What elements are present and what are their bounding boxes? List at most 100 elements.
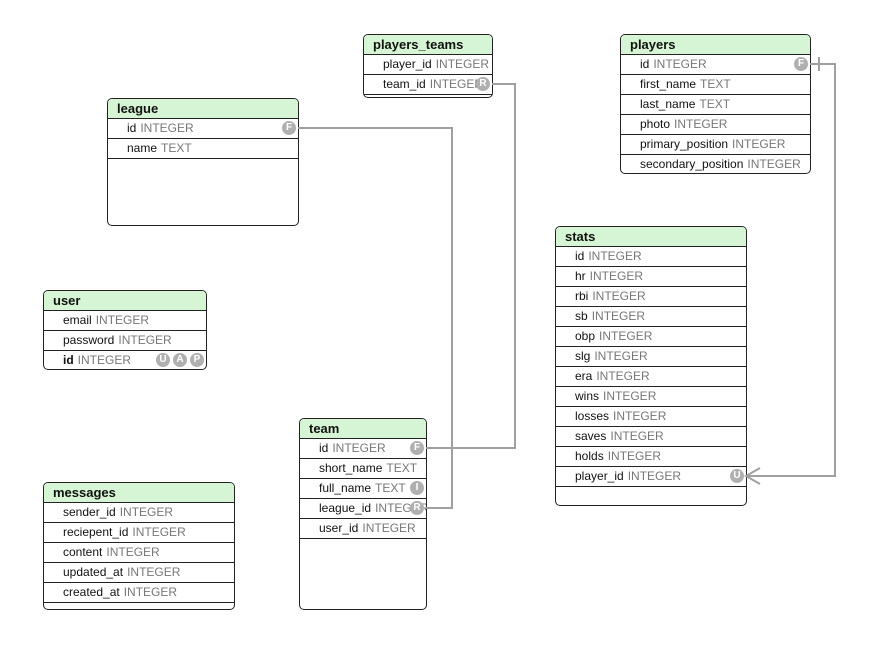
column-name: sb [575,309,588,323]
column-name: slg [575,349,591,363]
table-title[interactable]: team [300,419,426,439]
column-row[interactable]: id INTEGER F [621,55,810,75]
column-name: holds [575,449,604,463]
column-row[interactable]: primary_position INTEGER [621,135,810,155]
table-league[interactable]: league id INTEGER F name TEXT [107,98,299,226]
table-title[interactable]: stats [556,227,746,247]
table-players-teams[interactable]: players_teams player_id INTEGER team_id IN… [363,34,493,98]
column-row[interactable]: name TEXT [108,139,298,159]
column-type: INTEGER [435,57,490,71]
crows-foot-marker [743,467,761,485]
table-user[interactable]: user email INTEGER password INTEGER id INTE… [43,290,207,370]
column-type: INTEGER [140,121,194,135]
column-row[interactable]: first_name TEXT [621,75,810,95]
table-title[interactable]: players_teams [364,35,492,55]
table-team[interactable]: team id INTEGER F short_name TEXT full_name… [299,418,427,610]
column-row[interactable]: losses INTEGER [556,407,746,427]
column-row[interactable]: league_id INTEGER R [300,499,426,519]
column-name: last_name [640,97,696,111]
column-name: password [63,333,115,347]
key-badge-icon: F [282,121,296,135]
key-badge-icon: A [173,353,187,367]
column-type: INTEGER [106,545,160,559]
column-type: INTEGER [674,117,728,131]
column-row[interactable]: wins INTEGER [556,387,746,407]
column-name: saves [575,429,607,443]
column-row[interactable]: rbi INTEGER [556,287,746,307]
column-name: name [127,141,158,155]
column-type: INTEGER [607,449,662,463]
column-row[interactable]: secondary_position INTEGER [621,155,810,173]
column-type: TEXT [699,97,731,111]
table-stats[interactable]: stats id INTEGER hr INTEGER rbi INTEGER sb I… [555,226,747,506]
column-name: id [319,441,329,455]
column-row[interactable]: hr INTEGER [556,267,746,287]
column-row[interactable]: id INTEGER F [108,119,298,139]
column-row[interactable]: short_name TEXT [300,459,426,479]
column-row[interactable]: saves INTEGER [556,427,746,447]
column-row[interactable]: team_id INTEGER R [364,75,492,95]
column-row[interactable]: id INTEGER U A P [44,351,206,369]
column-name: losses [575,409,610,423]
column-row[interactable]: slg INTEGER [556,347,746,367]
table-title[interactable]: league [108,99,298,119]
column-name: id [640,57,650,71]
column-row[interactable]: created_at INTEGER [44,583,234,603]
column-row[interactable]: last_name TEXT [621,95,810,115]
column-name: full_name [319,481,372,495]
column-name: obp [575,329,596,343]
key-badge-icon: R [410,501,424,515]
column-type: INTEGER [118,333,172,347]
column-row[interactable]: full_name TEXT I [300,479,426,499]
column-row[interactable]: photo INTEGER [621,115,810,135]
column-row[interactable]: era INTEGER [556,367,746,387]
column-type: TEXT [375,481,406,495]
column-name: first_name [640,77,697,91]
column-name: short_name [319,461,383,475]
column-name: rbi [575,289,589,303]
column-row[interactable]: player_id INTEGER [364,55,492,75]
column-row[interactable]: reciepent_id INTEGER [44,523,234,543]
column-name: reciepent_id [63,525,129,539]
column-row[interactable]: password INTEGER [44,331,206,351]
column-type: INTEGER [592,289,646,303]
column-type: INTEGER [77,353,132,367]
column-row[interactable]: email INTEGER [44,311,206,331]
column-row[interactable]: content INTEGER [44,543,234,563]
column-row[interactable]: updated_at INTEGER [44,563,234,583]
column-row[interactable]: obp INTEGER [556,327,746,347]
column-type: INTEGER [610,429,664,443]
column-type: INTEGER [119,505,174,519]
key-badge-icon: U [156,353,170,367]
table-messages[interactable]: messages sender_id INTEGER reciepent_id IN… [43,482,235,610]
column-row[interactable]: id INTEGER F [300,439,426,459]
column-name: photo [640,117,671,131]
key-badge-icon: P [190,353,204,367]
table-players[interactable]: players id INTEGER F first_name TEXT last_n… [620,34,811,174]
table-title[interactable]: players [621,35,810,55]
column-name: created_at [63,585,120,599]
column-name: wins [575,389,600,403]
column-row[interactable]: id INTEGER [556,247,746,267]
column-type: INTEGER [132,525,186,539]
column-name: id [575,249,585,263]
column-name: player_id [383,57,432,71]
column-type: INTEGER [591,309,646,323]
column-row[interactable]: user_id INTEGER [300,519,426,539]
column-type: INTEGER [613,409,667,423]
column-row[interactable]: sb INTEGER [556,307,746,327]
key-badge-icon: R [476,77,490,91]
column-name: email [63,313,92,327]
column-row[interactable]: player_id INTEGER U [556,467,746,487]
table-title[interactable]: messages [44,483,234,503]
column-type: INTEGER [732,137,786,151]
column-type: INTEGER [603,389,657,403]
column-row[interactable]: sender_id INTEGER [44,503,234,523]
key-badge-icon: F [794,57,808,71]
column-row[interactable]: holds INTEGER [556,447,746,467]
table-title[interactable]: user [44,291,206,311]
column-type: INTEGER [596,369,650,383]
column-name: secondary_position [640,157,744,171]
column-type: TEXT [386,461,418,475]
column-type: INTEGER [589,269,644,283]
